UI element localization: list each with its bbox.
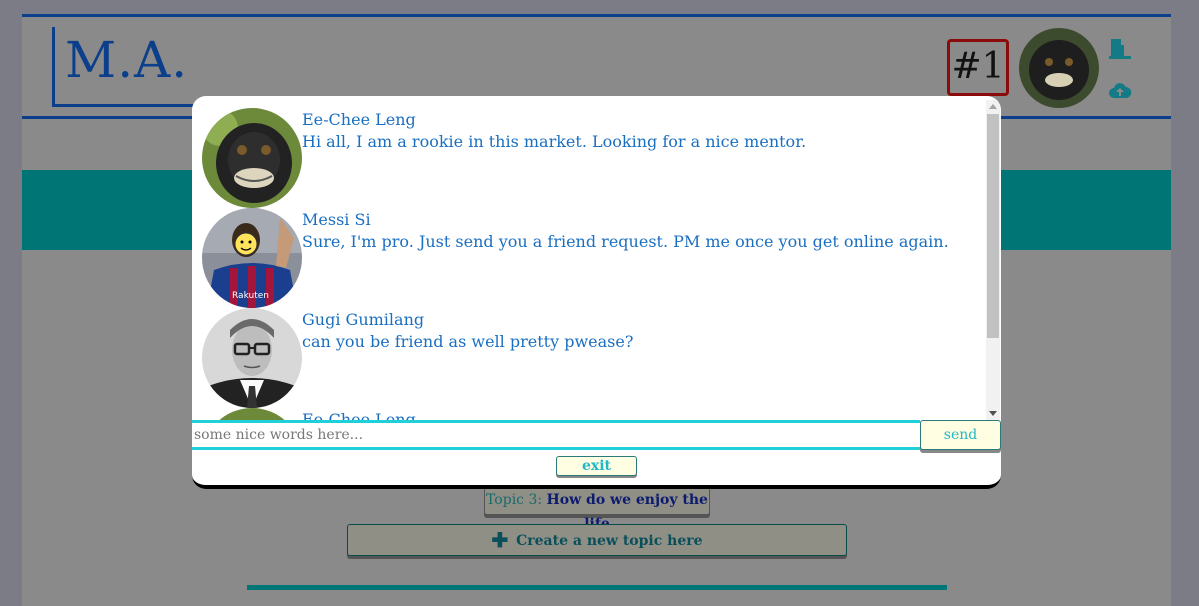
- man-glasses-avatar: [202, 308, 302, 408]
- chat-message: Rakuten Messi Si Sure, I'm pro. Just sen…: [202, 206, 982, 308]
- exit-button[interactable]: exit: [556, 456, 637, 476]
- chat-message: Ee-Chee Leng: [202, 406, 982, 420]
- message-text: Sure, I'm pro. Just send you a friend re…: [302, 232, 949, 251]
- chat-modal: Ee-Chee Leng Hi all, I am a rookie in th…: [192, 96, 1001, 489]
- scrollbar-thumb[interactable]: [987, 114, 999, 338]
- rank-badge: #1: [947, 39, 1009, 96]
- user-avatar[interactable]: [1019, 28, 1099, 108]
- chat-message: Gugi Gumilang can you be friend as well …: [202, 306, 982, 408]
- message-text: Hi all, I am a rookie in this market. Lo…: [302, 132, 807, 151]
- message-author: Gugi Gumilang: [302, 310, 425, 329]
- create-topic-button[interactable]: ✚ Create a new topic here: [347, 524, 847, 556]
- create-topic-label: Create a new topic here: [516, 533, 703, 549]
- cloud-upload-icon[interactable]: [1108, 79, 1132, 103]
- door-exit-icon[interactable]: [1108, 37, 1132, 61]
- message-scrollbar[interactable]: [986, 100, 1000, 420]
- message-list[interactable]: Ee-Chee Leng Hi all, I am a rookie in th…: [192, 104, 986, 420]
- monkey-avatar: [202, 408, 302, 420]
- chat-message: Ee-Chee Leng Hi all, I am a rookie in th…: [202, 106, 982, 208]
- soccer-player-avatar: Rakuten: [202, 208, 302, 308]
- monkey-avatar: [202, 108, 302, 208]
- topic-label: Topic 3:: [486, 492, 543, 508]
- divider: [247, 585, 947, 590]
- svg-text:Rakuten: Rakuten: [232, 291, 269, 301]
- message-input[interactable]: [192, 420, 920, 450]
- scroll-down-icon[interactable]: [989, 411, 997, 416]
- send-button[interactable]: send: [920, 420, 1001, 450]
- message-text: can you be friend as well pretty pwease?: [302, 332, 634, 351]
- message-author: Messi Si: [302, 210, 371, 229]
- scroll-up-icon[interactable]: [989, 104, 997, 109]
- plus-icon: ✚: [491, 528, 509, 552]
- message-author: Ee-Chee Leng: [302, 110, 416, 129]
- topic-item[interactable]: Topic 3: How do we enjoy the life: [484, 487, 710, 532]
- message-author: Ee-Chee Leng: [302, 410, 416, 420]
- logo[interactable]: M.A.: [52, 27, 202, 107]
